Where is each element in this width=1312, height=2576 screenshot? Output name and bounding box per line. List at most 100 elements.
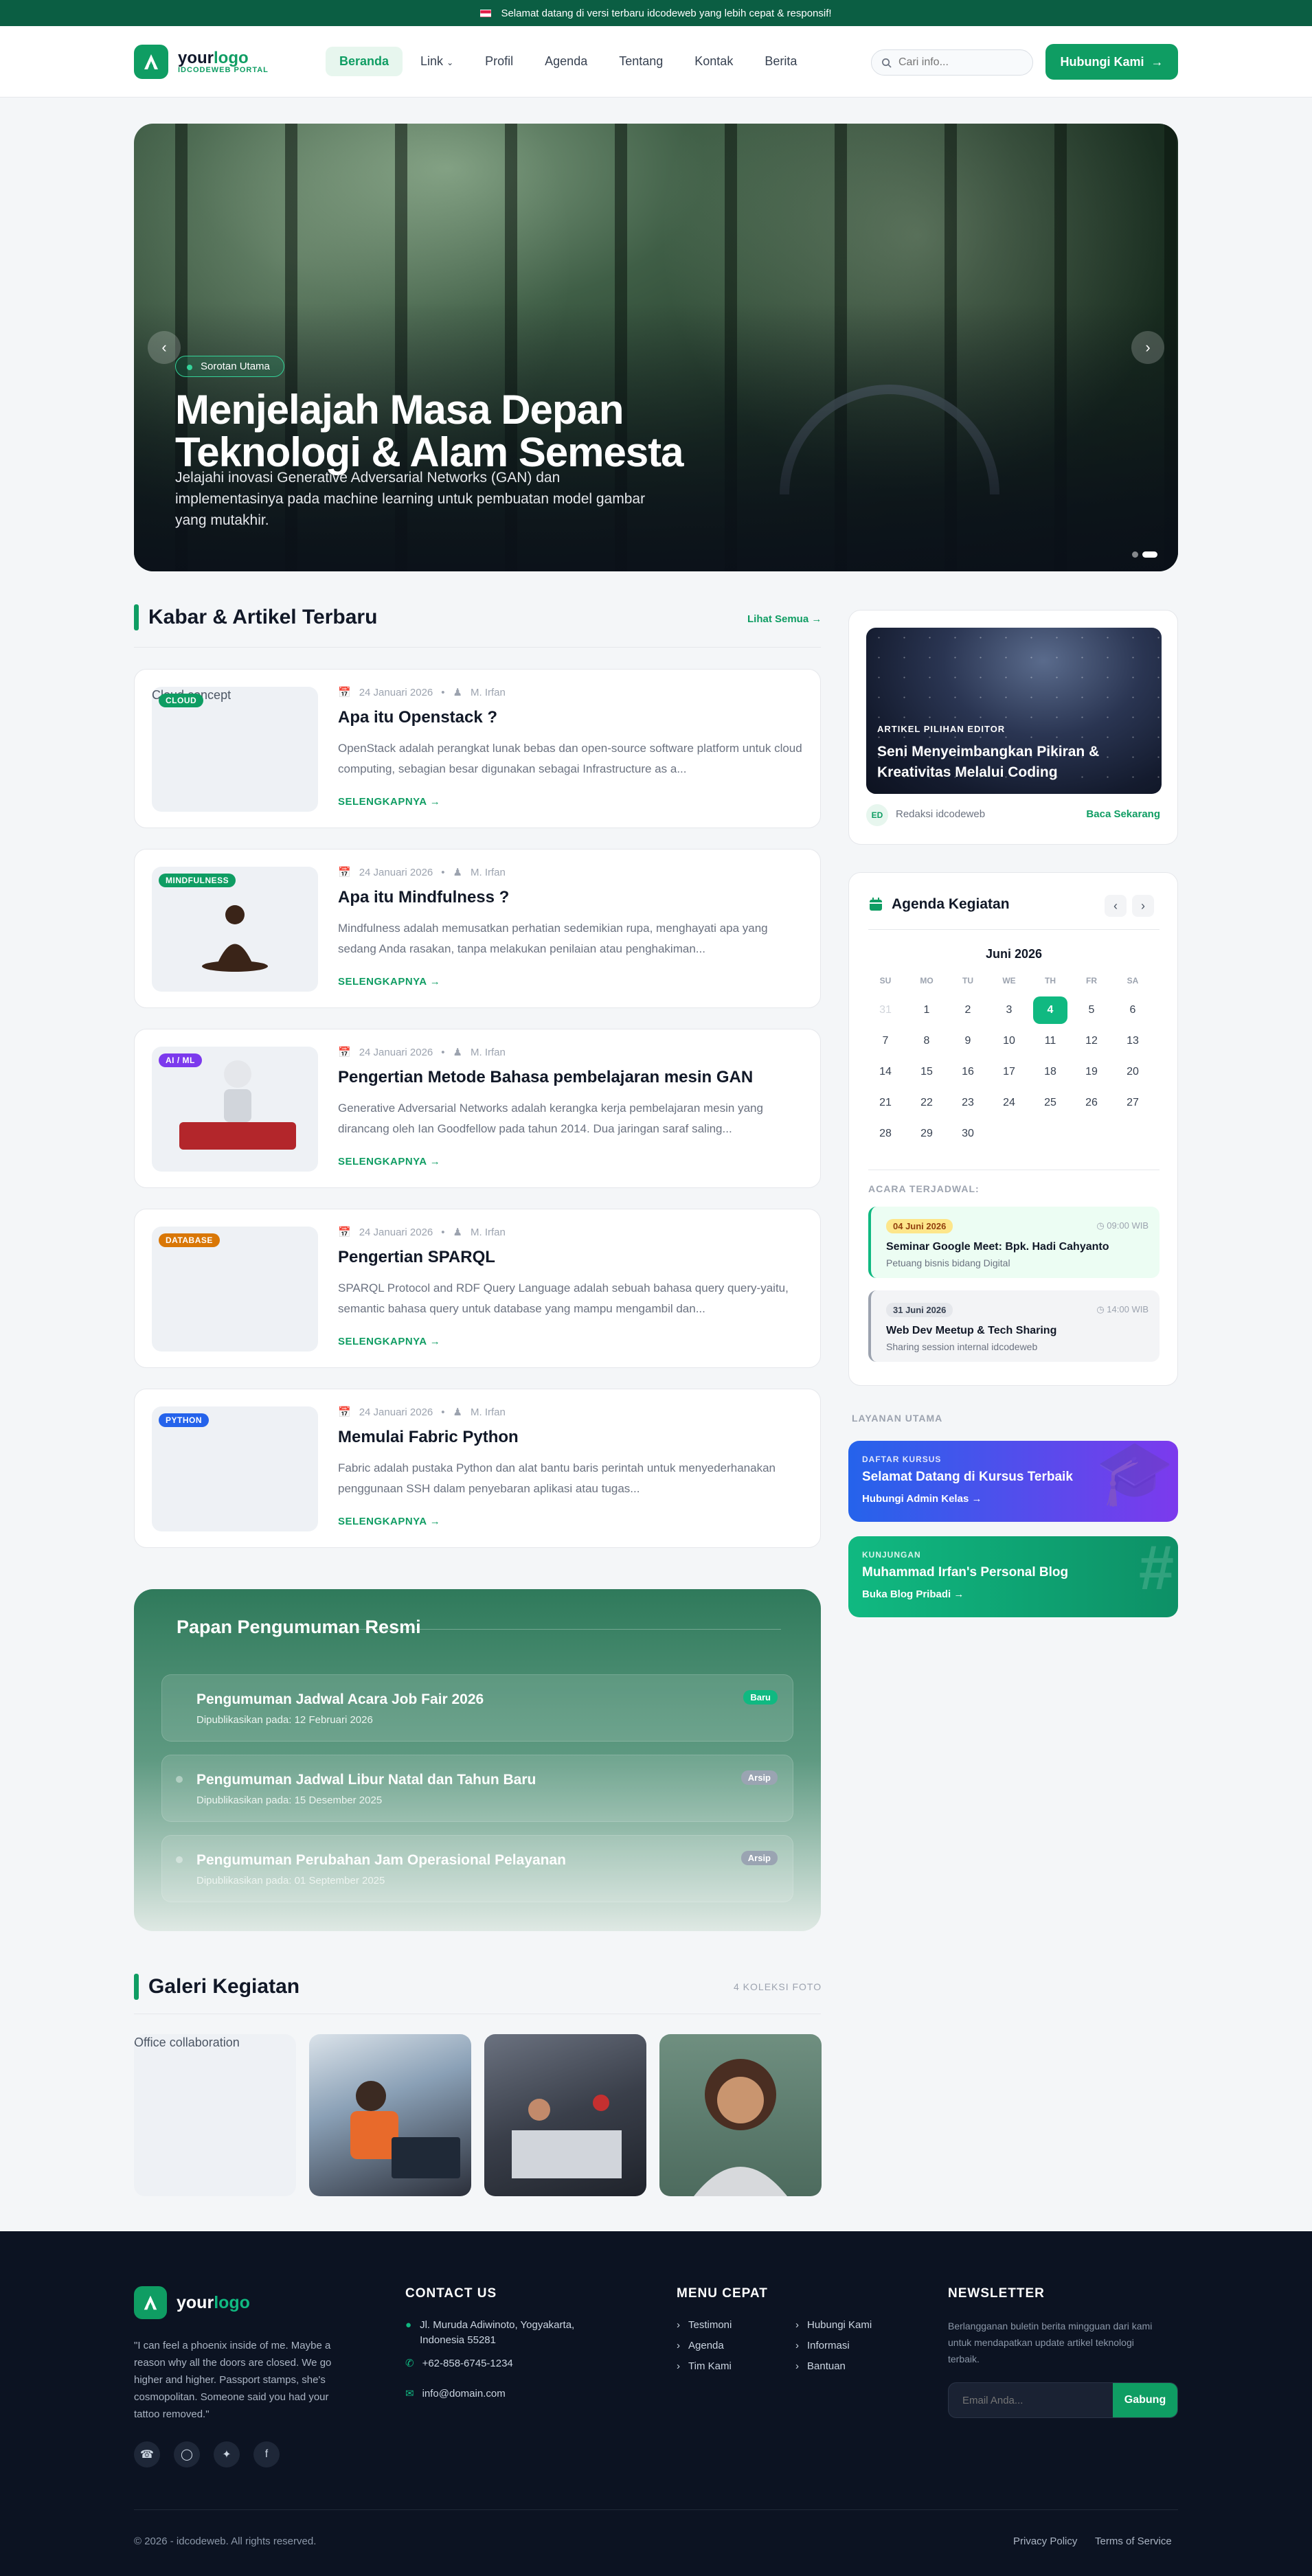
instagram-icon[interactable]: ◯ <box>174 2441 200 2467</box>
article-title[interactable]: Apa itu Openstack ? <box>338 708 497 727</box>
service-card-blog[interactable]: # KUNJUNGAN Muhammad Irfan's Personal Bl… <box>848 1536 1178 1617</box>
contact-phone[interactable]: ✆ +62-858-6745-1234 <box>405 2356 513 2371</box>
footer-logo[interactable]: yourlogo <box>134 2286 250 2319</box>
calendar-day[interactable]: 5 <box>1074 996 1109 1024</box>
footer-menu-item[interactable]: › Testimoni <box>677 2318 732 2333</box>
article-title[interactable]: Memulai Fabric Python <box>338 1428 519 1447</box>
calendar-day[interactable]: 14 <box>868 1058 903 1086</box>
article-author: M. Irfan <box>471 1226 506 1238</box>
privacy-link[interactable]: Privacy Policy <box>1013 2535 1077 2547</box>
calendar-day[interactable]: 12 <box>1074 1027 1109 1055</box>
calendar-day[interactable]: 10 <box>992 1027 1026 1055</box>
event-time-text: 09:00 WIB <box>1107 1220 1149 1231</box>
calendar-day[interactable]: 22 <box>909 1089 944 1117</box>
calendar-day[interactable]: 7 <box>868 1027 903 1055</box>
nav-item-profil[interactable]: Profil <box>471 47 527 76</box>
calendar-day[interactable]: 20 <box>1116 1058 1150 1086</box>
nav-item-link[interactable]: Link ⌄ <box>407 47 467 76</box>
gallery-photo[interactable] <box>309 2034 471 2196</box>
nav-item-beranda[interactable]: Beranda <box>326 47 403 76</box>
read-more-link[interactable]: SELENGKAPNYA → <box>338 976 440 988</box>
calendar-day[interactable]: 19 <box>1074 1058 1109 1086</box>
calendar-day[interactable]: 31 <box>868 996 903 1024</box>
calendar-day[interactable]: 16 <box>951 1058 985 1086</box>
article-thumbnail: AI / ML <box>152 1047 318 1172</box>
hero-next-button[interactable]: › <box>1131 331 1164 364</box>
article-title[interactable]: Pengertian SPARQL <box>338 1248 495 1267</box>
calendar-day[interactable]: 4 <box>1033 996 1067 1024</box>
gallery-photo[interactable] <box>484 2034 646 2196</box>
calendar-day[interactable]: 18 <box>1033 1058 1067 1086</box>
calendar-prev-button[interactable]: ‹ <box>1105 895 1127 917</box>
facebook-icon[interactable]: f <box>253 2441 280 2467</box>
footer-menu-item[interactable]: › Tim Kami <box>677 2359 732 2374</box>
calendar-day[interactable]: 17 <box>992 1058 1026 1086</box>
calendar-day[interactable]: 26 <box>1074 1089 1109 1117</box>
nav-item-link-label: Link <box>420 54 444 68</box>
twitter-icon[interactable]: ✦ <box>214 2441 240 2467</box>
article-title[interactable]: Apa itu Mindfulness ? <box>338 888 509 907</box>
calendar-day[interactable]: 30 <box>951 1120 985 1148</box>
footer-menu-item[interactable]: › Informasi <box>795 2338 850 2353</box>
footer-menu-item[interactable]: › Agenda <box>677 2338 724 2353</box>
calendar-day[interactable]: 3 <box>992 996 1026 1024</box>
read-now-link[interactable]: Baca Sekarang <box>1086 808 1160 820</box>
article-card[interactable]: MINDFULNESS 📅 24 Januari 2026 • ♟ M. Irfan A… <box>134 849 821 1008</box>
service-link[interactable]: Buka Blog Pribadi → <box>862 1588 964 1600</box>
gallery-photo[interactable] <box>659 2034 822 2196</box>
calendar-day[interactable]: 1 <box>909 996 944 1024</box>
footer-menu-item[interactable]: › Bantuan <box>795 2359 846 2374</box>
read-more-link[interactable]: SELENGKAPNYA → <box>338 1516 440 1527</box>
site-logo[interactable]: yourlogo IDCODEWEB PORTAL <box>134 45 269 79</box>
calendar-day[interactable]: 29 <box>909 1120 944 1148</box>
calendar-day[interactable]: 25 <box>1033 1089 1067 1117</box>
whatsapp-icon[interactable]: ☎ <box>134 2441 160 2467</box>
service-link[interactable]: Hubungi Admin Kelas → <box>862 1493 982 1505</box>
article-title[interactable]: Pengertian Metode Bahasa pembelajaran me… <box>338 1068 753 1087</box>
service-card-course[interactable]: 🎓 DAFTAR KURSUS Selamat Datang di Kursus… <box>848 1441 1178 1522</box>
announcement-item[interactable]: Pengumuman Perubahan Jam Operasional Pel… <box>161 1835 793 1902</box>
featured-article-card[interactable]: ARTIKEL PILIHAN EDITOR Seni Menyeimbangk… <box>848 610 1178 845</box>
calendar-day[interactable]: 21 <box>868 1089 903 1117</box>
read-more-link[interactable]: SELENGKAPNYA → <box>338 796 440 808</box>
nav-item-agenda[interactable]: Agenda <box>531 47 601 76</box>
nav-item-kontak[interactable]: Kontak <box>681 47 747 76</box>
calendar-day[interactable]: 13 <box>1116 1027 1150 1055</box>
article-card[interactable]: AI / ML 📅 24 Januari 2026 • ♟ M. Irfan Penge… <box>134 1029 821 1188</box>
announcement-item[interactable]: Pengumuman Jadwal Acara Job Fair 2026 Di… <box>161 1674 793 1742</box>
nav-item-berita[interactable]: Berita <box>751 47 811 76</box>
hero-prev-button[interactable]: ‹ <box>148 331 181 364</box>
contact-email[interactable]: ✉ info@domain.com <box>405 2386 506 2402</box>
hero-dot-2[interactable] <box>1142 551 1157 558</box>
article-card[interactable]: PYTHON 📅 24 Januari 2026 • ♟ M. Irfan Memula… <box>134 1389 821 1548</box>
article-card[interactable]: DATABASE 📅 24 Januari 2026 • ♟ M. Irfan Peng… <box>134 1209 821 1368</box>
calendar-day[interactable]: 23 <box>951 1089 985 1117</box>
newsletter-email-input[interactable] <box>949 2383 1113 2417</box>
search-input[interactable] <box>898 56 1015 69</box>
calendar-day[interactable]: 24 <box>992 1089 1026 1117</box>
footer-menu-item[interactable]: › Hubungi Kami <box>795 2318 872 2333</box>
calendar-day[interactable]: 2 <box>951 996 985 1024</box>
contact-button[interactable]: Hubungi Kami → <box>1045 44 1178 80</box>
announcement-item[interactable]: Pengumuman Jadwal Libur Natal dan Tahun … <box>161 1755 793 1822</box>
newsletter-join-button[interactable]: Gabung <box>1113 2383 1177 2417</box>
gallery-photo[interactable]: Office collaboration <box>134 2034 296 2196</box>
terms-link[interactable]: Terms of Service <box>1095 2535 1172 2547</box>
hero-dot-1[interactable] <box>1132 551 1138 558</box>
see-all-link[interactable]: Lihat Semua → <box>747 613 822 625</box>
calendar-day[interactable]: 27 <box>1116 1089 1150 1117</box>
nav-item-tentang[interactable]: Tentang <box>605 47 677 76</box>
calendar-next-button[interactable]: › <box>1132 895 1154 917</box>
calendar-day[interactable]: 8 <box>909 1027 944 1055</box>
contact-phone-text: +62-858-6745-1234 <box>422 2358 513 2369</box>
calendar-day[interactable]: 9 <box>951 1027 985 1055</box>
event-item[interactable]: 31 Juni 2026 ◷ 14:00 WIB Web Dev Meetup … <box>868 1290 1160 1362</box>
calendar-day[interactable]: 11 <box>1033 1027 1067 1055</box>
article-card[interactable]: Cloud concept CLOUD 📅24 Januari 2026•♟M.… <box>134 669 821 828</box>
calendar-day[interactable]: 28 <box>868 1120 903 1148</box>
calendar-day[interactable]: 6 <box>1116 996 1150 1024</box>
calendar-day[interactable]: 15 <box>909 1058 944 1086</box>
event-item[interactable]: 04 Juni 2026 ◷ 09:00 WIB Seminar Google … <box>868 1207 1160 1278</box>
read-more-link[interactable]: SELENGKAPNYA → <box>338 1156 440 1167</box>
read-more-link[interactable]: SELENGKAPNYA → <box>338 1336 440 1347</box>
